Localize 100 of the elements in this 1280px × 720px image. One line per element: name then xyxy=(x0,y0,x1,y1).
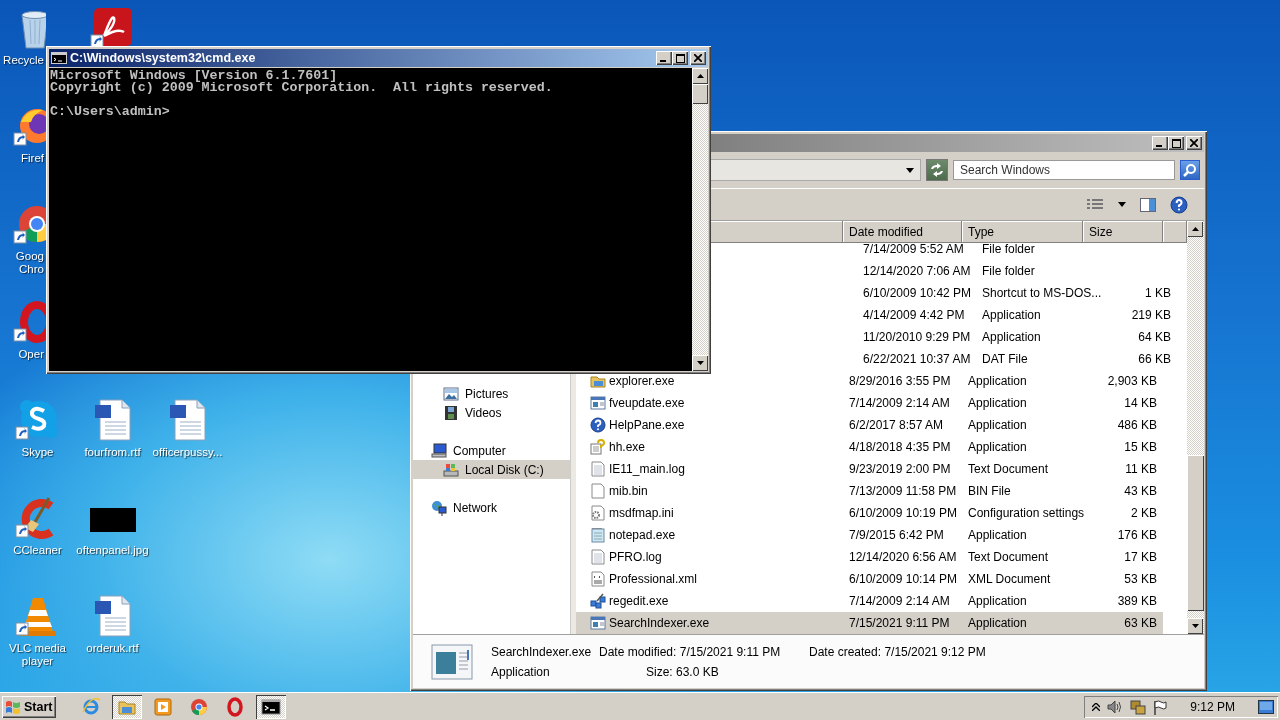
name-cell[interactable]: explorer.exe xyxy=(576,370,843,392)
size-cell[interactable]: 176 KB xyxy=(1083,524,1163,546)
date-cell[interactable]: 6/22/2021 10:37 AM xyxy=(857,348,976,370)
nav-item[interactable]: Videos xyxy=(413,403,570,422)
minimize-button[interactable] xyxy=(656,51,672,65)
scroll-down-button[interactable] xyxy=(692,355,708,371)
taskbar-button[interactable] xyxy=(112,695,143,719)
search-button[interactable] xyxy=(1180,160,1200,180)
date-cell[interactable]: 7/13/2009 11:58 PM xyxy=(843,480,962,502)
start-button[interactable]: Start xyxy=(2,696,57,718)
type-cell[interactable]: Application xyxy=(962,590,1083,612)
name-cell[interactable]: notepad.exe xyxy=(576,524,843,546)
size-cell[interactable]: 219 KB xyxy=(1097,304,1177,326)
date-cell[interactable]: 6/10/2009 10:42 PM xyxy=(857,282,976,304)
clock-time[interactable]: 9:12 PM xyxy=(1190,700,1235,714)
caret-up-icon[interactable] xyxy=(1092,703,1101,711)
type-cell[interactable]: BIN File xyxy=(962,480,1083,502)
date-cell[interactable]: 6/10/2009 10:14 PM xyxy=(843,568,962,590)
date-cell[interactable]: 9/23/2019 2:00 PM xyxy=(843,458,962,480)
name-cell[interactable]: msdfmap.ini xyxy=(576,502,843,524)
column-header[interactable]: Type xyxy=(962,221,1083,243)
name-cell[interactable]: PFRO.log xyxy=(576,546,843,568)
name-cell[interactable]: HelpPane.exe xyxy=(576,414,843,436)
refresh-button[interactable] xyxy=(926,159,948,181)
type-cell[interactable]: Text Document xyxy=(962,546,1083,568)
size-cell[interactable]: 486 KB xyxy=(1083,414,1163,436)
help-icon[interactable] xyxy=(1170,195,1188,214)
type-cell[interactable]: Application xyxy=(962,612,1083,634)
scroll-down-button[interactable] xyxy=(1187,618,1203,634)
scrollbar[interactable] xyxy=(1187,221,1204,634)
type-cell[interactable]: DAT File xyxy=(976,348,1097,370)
name-cell[interactable]: IE11_main.log xyxy=(576,458,843,480)
maximize-button[interactable] xyxy=(1168,136,1184,150)
nav-item[interactable]: Pictures xyxy=(413,384,570,403)
date-cell[interactable]: 8/29/2016 3:55 PM xyxy=(843,370,962,392)
nav-item[interactable]: Computer xyxy=(413,441,570,460)
name-cell[interactable]: SearchIndexer.exe xyxy=(576,612,843,634)
name-cell[interactable]: regedit.exe xyxy=(576,590,843,612)
flag-icon[interactable] xyxy=(1153,699,1168,715)
column-header[interactable] xyxy=(710,221,843,243)
nav-item[interactable]: Network xyxy=(413,498,570,517)
type-cell[interactable]: Configuration settings xyxy=(962,502,1083,524)
size-cell[interactable]: 2,903 KB xyxy=(1083,370,1163,392)
size-cell[interactable]: 53 KB xyxy=(1083,568,1163,590)
size-cell[interactable]: 14 KB xyxy=(1083,392,1163,414)
search-field[interactable]: Search Windows xyxy=(953,160,1175,180)
size-cell[interactable]: 66 KB xyxy=(1097,348,1177,370)
scroll-up-button[interactable] xyxy=(692,68,708,84)
type-cell[interactable]: Application xyxy=(962,524,1083,546)
size-cell[interactable]: 17 KB xyxy=(1083,546,1163,568)
type-cell[interactable]: Application xyxy=(962,436,1083,458)
name-cell[interactable]: Professional.xml xyxy=(576,568,843,590)
scroll-thumb[interactable] xyxy=(692,84,708,104)
size-cell[interactable]: 43 KB xyxy=(1083,480,1163,502)
chat-icon[interactable] xyxy=(14,398,61,442)
date-cell[interactable]: 6/10/2009 10:19 PM xyxy=(843,502,962,524)
date-cell[interactable]: 7/14/2009 5:52 AM xyxy=(857,243,976,260)
size-cell[interactable]: 15 KB xyxy=(1083,436,1163,458)
name-cell[interactable]: hh.exe xyxy=(576,436,843,458)
date-cell[interactable]: 7/15/2021 9:11 PM xyxy=(843,612,962,634)
date-cell[interactable]: 12/14/2020 6:56 AM xyxy=(843,546,962,568)
date-cell[interactable]: 12/14/2020 7:06 AM xyxy=(857,260,976,282)
dropdown-caret-icon[interactable] xyxy=(906,167,914,173)
type-cell[interactable]: Application xyxy=(976,304,1097,326)
size-cell[interactable]: 2 KB xyxy=(1083,502,1163,524)
size-cell[interactable]: 11 KB xyxy=(1083,458,1163,480)
date-cell[interactable]: 7/9/2015 6:42 PM xyxy=(843,524,962,546)
date-cell[interactable]: 7/14/2009 2:14 AM xyxy=(843,392,962,414)
nav-item[interactable]: Local Disk (C:) xyxy=(413,460,570,479)
type-cell[interactable]: File folder xyxy=(976,260,1097,282)
type-cell[interactable]: Application xyxy=(976,326,1097,348)
size-cell[interactable]: 63 KB xyxy=(1083,612,1163,634)
column-header[interactable]: Size xyxy=(1083,221,1163,243)
network-icon[interactable] xyxy=(1130,699,1147,715)
type-cell[interactable]: Application xyxy=(962,414,1083,436)
show-desktop-icon[interactable] xyxy=(1258,700,1274,714)
type-cell[interactable]: Application xyxy=(962,392,1083,414)
column-header[interactable] xyxy=(1163,221,1187,243)
view-options-icon[interactable] xyxy=(1086,197,1104,212)
close-button[interactable] xyxy=(1186,136,1202,150)
date-cell[interactable]: 4/18/2018 4:35 PM xyxy=(843,436,962,458)
date-cell[interactable]: 7/14/2009 2:14 AM xyxy=(843,590,962,612)
close-button[interactable] xyxy=(690,51,706,65)
speaker-icon[interactable] xyxy=(1107,700,1124,714)
name-cell[interactable]: fveupdate.exe xyxy=(576,392,843,414)
minimize-button[interactable] xyxy=(1152,136,1168,150)
type-cell[interactable]: Application xyxy=(962,370,1083,392)
date-cell[interactable]: 11/20/2010 9:29 PM xyxy=(857,326,976,348)
taskbar-button[interactable] xyxy=(256,695,287,719)
date-cell[interactable]: 6/2/2017 8:57 AM xyxy=(843,414,962,436)
type-cell[interactable]: File folder xyxy=(976,243,1097,260)
type-cell[interactable]: XML Document xyxy=(962,568,1083,590)
size-cell[interactable]: 64 KB xyxy=(1097,326,1177,348)
scroll-thumb[interactable] xyxy=(1187,455,1204,611)
scroll-up-button[interactable] xyxy=(1187,221,1203,237)
scrollbar[interactable] xyxy=(692,68,708,371)
date-cell[interactable]: 4/14/2009 4:42 PM xyxy=(857,304,976,326)
dropdown-caret-icon[interactable] xyxy=(1118,202,1126,207)
name-cell[interactable]: mib.bin xyxy=(576,480,843,502)
size-cell[interactable]: 389 KB xyxy=(1083,590,1163,612)
